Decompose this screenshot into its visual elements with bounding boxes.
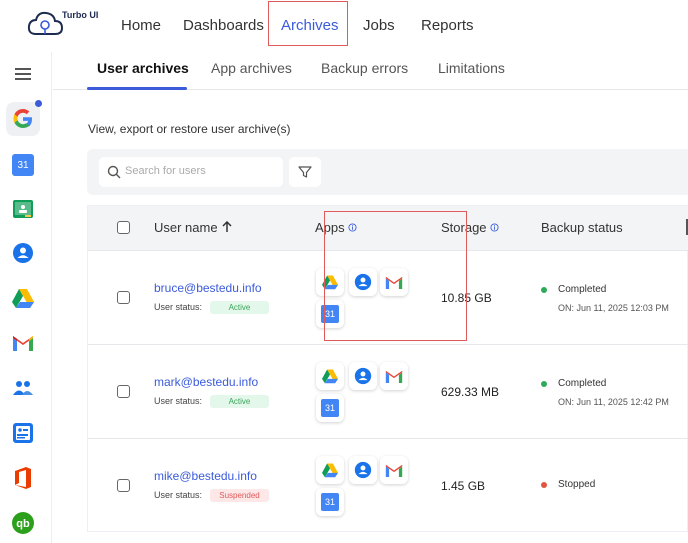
main-content: User archives App archives Backup errors… xyxy=(53,52,688,543)
sidebar-item-calendar[interactable]: 31 xyxy=(6,148,40,182)
svg-text:qb: qb xyxy=(16,518,30,530)
row-checkbox[interactable] xyxy=(117,385,130,398)
brand-name: Turbo UI xyxy=(62,10,99,20)
nav-home[interactable]: Home xyxy=(121,17,161,34)
user-status-label: User status: xyxy=(154,490,203,500)
page-description: View, export or restore user archive(s) xyxy=(88,122,291,136)
status-badge: Active xyxy=(210,395,269,408)
user-email[interactable]: bruce@bestedu.info xyxy=(154,281,262,295)
groups-icon xyxy=(13,381,33,395)
app-calendar[interactable]: 31 xyxy=(316,488,344,516)
sidebar-item-google[interactable] xyxy=(6,102,40,136)
filter-icon xyxy=(298,166,312,178)
office-icon xyxy=(15,467,31,489)
status-dot xyxy=(541,287,547,293)
sidebar-item-directory[interactable] xyxy=(6,416,40,450)
archives-highlight-box xyxy=(268,1,348,46)
directory-icon xyxy=(13,423,33,443)
drive-icon xyxy=(322,463,338,478)
sidebar-item-contacts[interactable] xyxy=(6,236,40,270)
user-status-label: User status: xyxy=(154,396,203,406)
contacts-icon xyxy=(354,461,372,479)
tab-app-archives[interactable]: App archives xyxy=(211,60,292,76)
backup-status: Completed xyxy=(558,378,607,389)
active-tab-indicator xyxy=(87,87,187,90)
calendar-icon: 31 xyxy=(321,399,339,417)
status-badge: Suspended xyxy=(210,489,269,502)
header-username[interactable]: User name xyxy=(154,220,233,235)
status-badge: Active xyxy=(210,301,269,314)
contacts-icon xyxy=(13,243,33,263)
header-backup-status: Backup status xyxy=(541,220,623,235)
notification-dot xyxy=(35,100,42,107)
nav-jobs[interactable]: Jobs xyxy=(363,17,395,34)
sidebar-item-classroom[interactable] xyxy=(6,192,40,226)
storage-value: 629.33 MB xyxy=(441,385,500,399)
backup-date: ON: Jun 11, 2025 12:42 PM xyxy=(558,397,669,407)
search-icon xyxy=(107,165,121,179)
table-row: mark@bestedu.info User status: Active 31… xyxy=(88,344,688,438)
sidebar-item-gmail[interactable] xyxy=(6,326,40,360)
sidebar-item-quickbooks[interactable]: qb xyxy=(6,506,40,540)
sort-up-icon[interactable] xyxy=(221,220,233,233)
filter-button[interactable] xyxy=(289,157,321,187)
app-gmail[interactable] xyxy=(380,456,408,484)
user-email[interactable]: mark@bestedu.info xyxy=(154,375,258,389)
tab-limitations[interactable]: Limitations xyxy=(438,60,505,76)
app-drive[interactable] xyxy=(316,362,344,390)
user-table: User name Apps Storage Backup status bru… xyxy=(87,205,688,532)
nav-dashboards[interactable]: Dashboards xyxy=(183,17,264,34)
cloud-logo-icon xyxy=(27,11,64,35)
app-contacts[interactable] xyxy=(349,456,377,484)
app-gmail[interactable] xyxy=(380,362,408,390)
filter-bar: Search for users xyxy=(87,149,688,195)
select-all-checkbox[interactable] xyxy=(117,221,130,234)
backup-status: Completed xyxy=(558,284,607,295)
quickbooks-icon: qb xyxy=(12,512,34,534)
search-placeholder: Search for users xyxy=(125,165,206,177)
classroom-icon xyxy=(13,200,33,218)
google-icon xyxy=(13,109,32,128)
tab-backup-errors[interactable]: Backup errors xyxy=(321,60,408,76)
backup-status: Stopped xyxy=(558,479,596,490)
backup-date: ON: Jun 11, 2025 12:03 PM xyxy=(558,303,669,313)
table-row: bruce@bestedu.info User status: Active 3… xyxy=(88,211,688,344)
row-checkbox[interactable] xyxy=(117,479,130,492)
table-row: mike@bestedu.info User status: Suspended… xyxy=(88,438,688,532)
gmail-icon xyxy=(385,370,403,383)
app-contacts[interactable] xyxy=(349,362,377,390)
tab-bar: User archives App archives Backup errors… xyxy=(53,52,688,90)
gmail-icon xyxy=(13,336,33,351)
top-bar: Turbo UI Home Dashboards Archives Jobs R… xyxy=(0,0,688,52)
drive-icon xyxy=(322,369,338,384)
apps-highlight-box xyxy=(324,211,467,341)
info-icon[interactable] xyxy=(490,223,499,232)
user-status-label: User status: xyxy=(154,302,203,312)
menu-icon[interactable] xyxy=(15,68,31,80)
header-username-label: User name xyxy=(154,220,218,235)
app-drive[interactable] xyxy=(316,456,344,484)
app-calendar[interactable]: 31 xyxy=(316,394,344,422)
search-input[interactable]: Search for users xyxy=(99,157,283,187)
contacts-icon xyxy=(354,367,372,385)
sidebar-item-office[interactable] xyxy=(6,461,40,495)
tab-user-archives[interactable]: User archives xyxy=(97,60,189,76)
calendar-icon: 31 xyxy=(12,154,34,176)
sidebar-item-groups[interactable] xyxy=(6,371,40,405)
row-checkbox[interactable] xyxy=(117,291,130,304)
status-dot xyxy=(541,482,547,488)
sidebar-item-drive[interactable] xyxy=(6,281,40,315)
nav-reports[interactable]: Reports xyxy=(421,17,474,34)
gmail-icon xyxy=(385,464,403,477)
user-email[interactable]: mike@bestedu.info xyxy=(154,469,257,483)
status-dot xyxy=(541,381,547,387)
drive-icon xyxy=(12,289,34,308)
calendar-icon: 31 xyxy=(321,493,339,511)
storage-value: 1.45 GB xyxy=(441,479,486,493)
